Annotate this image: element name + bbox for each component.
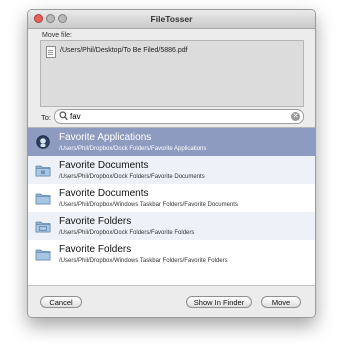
result-path: /Users/Phil/Dropbox/Windows Taskbar Fold… bbox=[59, 202, 238, 208]
search-icon bbox=[59, 111, 68, 121]
folder-icon bbox=[35, 221, 51, 233]
result-row[interactable]: Favorite Documents /Users/Phil/Dropbox/W… bbox=[28, 184, 315, 212]
move-file-path: /Users/Phil/Desktop/To Be Filed/5886.pdf bbox=[60, 47, 188, 54]
button-bar: Cancel Show In Finder Move bbox=[28, 285, 315, 317]
folder-icon bbox=[35, 193, 51, 205]
show-in-finder-button[interactable]: Show In Finder bbox=[186, 296, 252, 308]
result-title: Favorite Folders bbox=[59, 244, 132, 255]
result-title: Favorite Documents bbox=[59, 160, 149, 171]
result-path: /Users/Phil/Dropbox/Dock Folders/Favorit… bbox=[59, 174, 205, 180]
move-file-label: Move file: bbox=[42, 32, 72, 39]
result-row[interactable]: Favorite Documents /Users/Phil/Dropbox/D… bbox=[28, 156, 315, 184]
destination-search-field[interactable]: ✕ bbox=[54, 109, 304, 124]
title-bar[interactable]: FileTosser bbox=[28, 10, 315, 29]
result-title: Favorite Applications bbox=[59, 132, 152, 143]
applications-folder-icon bbox=[36, 135, 50, 149]
result-path: /Users/Phil/Dropbox/Windows Taskbar Fold… bbox=[59, 258, 228, 264]
window-title: FileTosser bbox=[150, 14, 193, 24]
result-row[interactable]: Favorite Folders /Users/Phil/Dropbox/Doc… bbox=[28, 212, 315, 240]
folder-icon bbox=[35, 249, 51, 261]
result-title: Favorite Documents bbox=[59, 188, 149, 199]
document-icon bbox=[46, 46, 56, 58]
filetosser-window: FileTosser Move file: /Users/Phil/Deskto… bbox=[27, 9, 316, 318]
result-title: Favorite Folders bbox=[59, 216, 132, 227]
destination-label: To: bbox=[41, 113, 52, 122]
result-row[interactable]: Favorite Folders /Users/Phil/Dropbox/Win… bbox=[28, 240, 315, 268]
result-path: /Users/Phil/Dropbox/Dock Folders/Favorit… bbox=[59, 146, 207, 152]
result-path: /Users/Phil/Dropbox/Dock Folders/Favorit… bbox=[59, 230, 195, 236]
search-input[interactable] bbox=[70, 110, 275, 123]
result-row-selected[interactable]: Favorite Applications /Users/Phil/Dropbo… bbox=[28, 128, 315, 156]
move-file-list: /Users/Phil/Desktop/To Be Filed/5886.pdf bbox=[40, 40, 304, 107]
results-list: Favorite Applications /Users/Phil/Dropbo… bbox=[28, 127, 315, 286]
move-button[interactable]: Move bbox=[261, 296, 301, 308]
cancel-button[interactable]: Cancel bbox=[40, 296, 82, 308]
folder-icon bbox=[35, 165, 51, 177]
clear-search-icon[interactable]: ✕ bbox=[291, 112, 300, 121]
